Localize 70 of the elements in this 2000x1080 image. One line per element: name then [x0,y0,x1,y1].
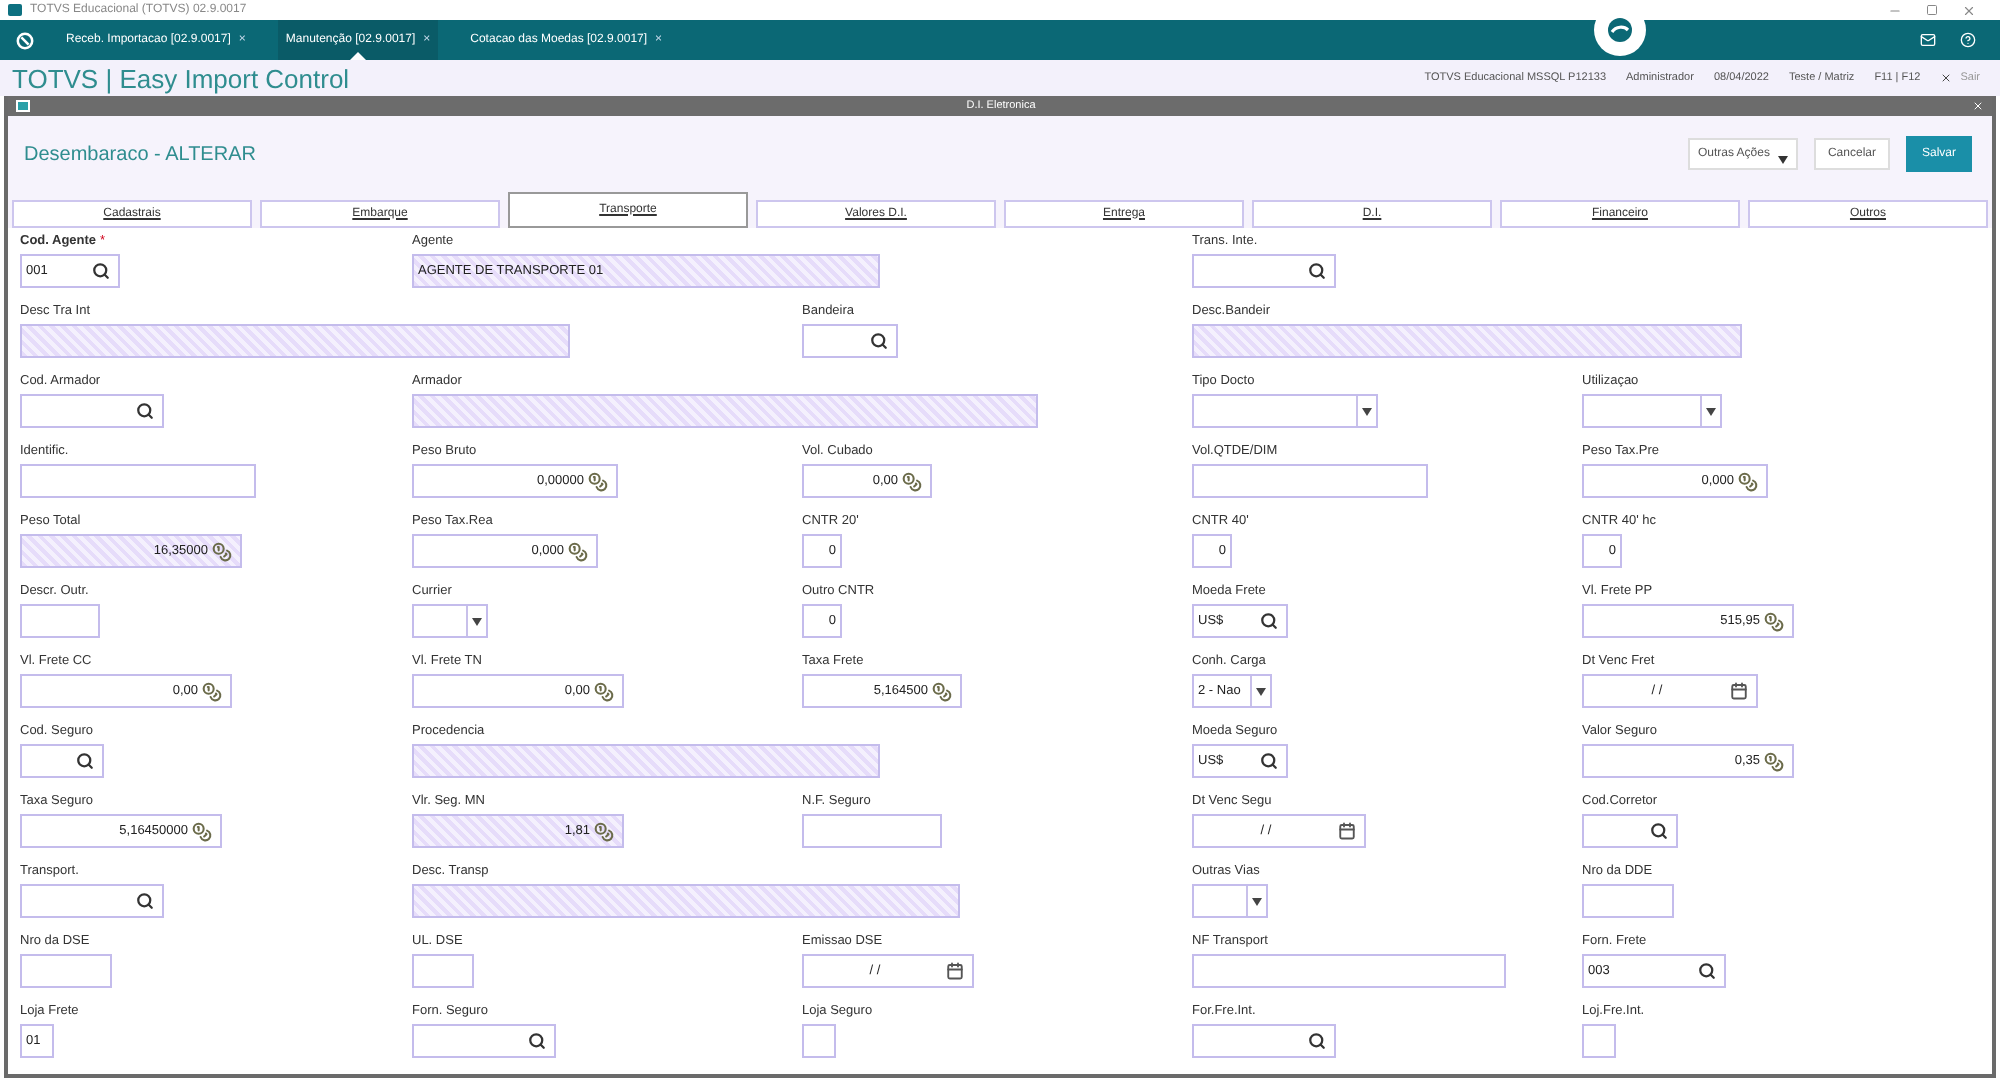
dropdown-field[interactable] [1192,884,1268,918]
menu-icon[interactable] [16,31,34,49]
input-field[interactable] [20,884,164,918]
calendar-icon[interactable] [1338,822,1356,840]
app-title: TOTVS | Easy Import Control [12,65,350,91]
input-field[interactable] [20,394,164,428]
search-icon[interactable] [1308,1032,1326,1050]
input-field[interactable] [412,884,960,918]
coins-icon[interactable] [594,681,614,701]
coins-icon[interactable] [932,681,952,701]
input-field[interactable] [20,324,570,358]
search-icon[interactable] [92,262,110,280]
search-icon[interactable] [1260,612,1278,630]
input-field[interactable] [802,814,942,848]
coins-icon[interactable] [212,541,232,561]
coins-icon[interactable] [1738,471,1758,491]
help-icon[interactable] [1960,32,1976,48]
coins-icon[interactable] [588,471,608,491]
caret-icon[interactable] [472,617,482,625]
input-field[interactable] [20,954,112,988]
input-field[interactable] [1192,464,1428,498]
app-icon [8,4,22,16]
input-field[interactable] [1192,1024,1336,1058]
input-field[interactable] [412,1024,556,1058]
input-field[interactable] [412,394,1038,428]
caret-icon [1777,156,1788,164]
caret-icon[interactable] [1706,407,1716,415]
dialog-icon [16,100,30,112]
input-field[interactable] [1192,324,1742,358]
calendar-icon[interactable] [1730,682,1748,700]
coins-icon[interactable] [568,541,588,561]
page-heading: Desembaraco - ALTERAR [24,141,256,169]
search-icon[interactable] [1308,262,1326,280]
search-icon[interactable] [870,332,888,350]
close-icon [1940,72,1953,84]
input-field[interactable] [20,604,100,638]
dropdown-field[interactable] [1192,394,1378,428]
dropdown-field[interactable] [1582,394,1722,428]
search-icon[interactable] [136,892,154,910]
input-field[interactable] [1582,1024,1616,1058]
coins-icon[interactable] [902,471,922,491]
search-icon[interactable] [1650,822,1668,840]
search-icon[interactable] [136,402,154,420]
input-field[interactable] [1192,954,1506,988]
input-field[interactable] [1192,254,1336,288]
dropdown-field[interactable] [412,604,488,638]
input-field[interactable] [20,744,104,778]
mail-icon[interactable] [1920,32,1936,48]
caret-icon[interactable] [1256,687,1266,695]
input-field[interactable] [802,324,898,358]
coins-icon[interactable] [202,681,222,701]
coins-icon[interactable] [594,821,614,841]
close-icon[interactable] [1962,3,1976,17]
search-icon[interactable] [528,1032,546,1050]
input-field[interactable] [1582,814,1678,848]
input-field[interactable] [802,1024,836,1058]
caret-icon[interactable] [1252,897,1262,905]
calendar-icon[interactable] [946,962,964,980]
search-icon[interactable] [1698,962,1716,980]
maximize-icon[interactable] [1926,4,1938,16]
search-icon[interactable] [1260,752,1278,770]
input-field[interactable] [412,954,474,988]
caret-icon[interactable] [1362,407,1372,415]
input-field[interactable] [412,744,880,778]
coins-icon[interactable] [1764,751,1784,771]
input-field[interactable] [20,464,256,498]
search-icon[interactable] [76,752,94,770]
coins-icon[interactable] [1764,611,1784,631]
coins-icon[interactable] [192,821,212,841]
input-field[interactable] [1582,884,1674,918]
